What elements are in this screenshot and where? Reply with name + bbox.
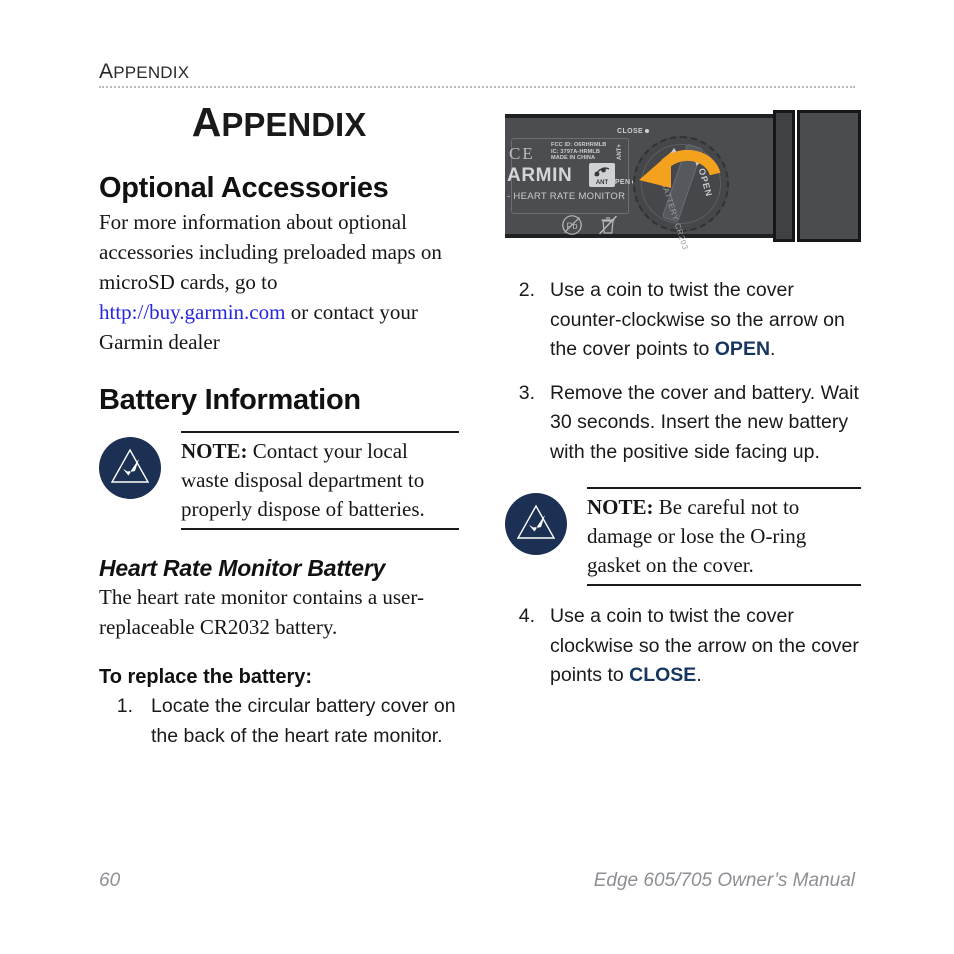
procedure-heading-replace-battery: To replace the battery:	[99, 666, 313, 688]
weee-bin-icon	[597, 214, 619, 241]
hrm-body: CE FCC ID: O6RHRMLB IC: 3797A-HRMLB MADE…	[505, 114, 775, 250]
step-keyword-close: CLOSE	[629, 664, 697, 686]
step-text: Use a coin to twist the cover clockwise …	[550, 605, 859, 686]
manual-title: Edge 605/705 Owner’s Manual	[593, 870, 855, 891]
running-header-title: APPENDIX	[99, 60, 190, 83]
note-body: NOTE: Contact your local waste disposal …	[181, 431, 459, 530]
chapter-title: APPENDIX	[99, 102, 459, 145]
step-text-after: .	[696, 664, 702, 686]
dial-open-text: OPEN	[609, 179, 631, 186]
note-paragraph: NOTE: Contact your local waste disposal …	[181, 437, 459, 524]
note-lead-label: NOTE:	[181, 439, 248, 463]
chapter-title-initial: A	[191, 99, 222, 145]
note-icon	[99, 437, 161, 499]
section-heading-optional-accessories: Optional Accessories	[99, 172, 389, 204]
procedure-steps-right: 2. Use a coin to twist the cover counter-…	[505, 276, 861, 467]
step-text: Locate the circular battery cover on the…	[151, 695, 456, 747]
dial-close-text: CLOSE	[617, 128, 644, 135]
running-header: APPENDIX	[99, 60, 855, 88]
chapter-title-rest: PPENDIX	[221, 106, 367, 143]
step-number: 3.	[518, 381, 535, 404]
paragraph-text-before-link: For more information about optional acce…	[99, 210, 442, 294]
procedure-steps-left: 1. Locate the circular battery cover on t…	[99, 692, 459, 751]
optional-accessories-paragraph: For more information about optional acce…	[99, 207, 459, 357]
running-header-initial: A	[99, 60, 114, 83]
procedure-steps-right-after-note: 4. Use a coin to twist the cover clockwis…	[505, 602, 861, 691]
note-box-oring-gasket: NOTE: Be careful not to damage or lose t…	[505, 487, 861, 586]
list-item: 2. Use a coin to twist the cover counter-…	[505, 276, 861, 365]
ant-plus-text: ANT+	[617, 144, 623, 160]
step-text-after: .	[770, 338, 776, 360]
rotation-arrow-icon	[639, 149, 721, 188]
step-number: 2.	[518, 279, 535, 301]
right-column: CE FCC ID: O6RHRMLB IC: 3797A-HRMLB MADE…	[505, 96, 861, 691]
note-lead-label: NOTE:	[587, 495, 654, 519]
note-box-battery-disposal: NOTE: Contact your local waste disposal …	[99, 431, 459, 530]
subsection-heading-hrm-battery: Heart Rate Monitor Battery	[99, 555, 386, 581]
page-footer: 60 Edge 605/705 Owner’s Manual	[99, 870, 855, 892]
step-keyword-open: OPEN	[714, 338, 771, 360]
figure-heart-rate-monitor: CE FCC ID: O6RHRMLB IC: 3797A-HRMLB MADE…	[505, 102, 861, 250]
ce-mark-icon: CE	[509, 144, 535, 163]
step-text: Remove the cover and battery. Wait 30 se…	[550, 381, 859, 463]
dial-close-dot-icon	[645, 129, 650, 134]
step-text: Use a coin to twist the cover counter-cl…	[550, 279, 845, 360]
garmin-store-link[interactable]: http://buy.garmin.com	[99, 300, 285, 324]
garmin-brand-text: ARMIN	[507, 165, 573, 186]
lead-free-icon: Pb	[561, 214, 583, 241]
running-header-rest: PPENDIX	[113, 63, 190, 82]
hrm-illustration: CE FCC ID: O6RHRMLB IC: 3797A-HRMLB MADE…	[505, 110, 861, 250]
page-number: 60	[99, 870, 121, 891]
list-item: 1. Locate the circular battery cover on t…	[99, 692, 459, 751]
note-icon	[505, 493, 567, 555]
list-item: 4. Use a coin to twist the cover clockwis…	[505, 602, 861, 691]
hrm-device-label: - HEART RATE MONITOR	[507, 191, 626, 202]
step-number: 4.	[518, 605, 535, 627]
note-paragraph: NOTE: Be careful not to damage or lose t…	[587, 493, 861, 580]
left-column: APPENDIX Optional Accessories For more i…	[99, 96, 459, 751]
step-number: 1.	[116, 695, 133, 717]
header-divider	[99, 86, 855, 88]
hrm-strap-segment-left	[773, 110, 795, 242]
hrm-strap-segment-right	[797, 110, 861, 242]
list-item: 3. Remove the cover and battery. Wait 30 …	[505, 379, 861, 468]
manual-page: APPENDIX APPENDIX Optional Accessories F…	[0, 0, 954, 954]
dial-close-label: CLOSE	[617, 128, 650, 135]
hrm-battery-paragraph: The heart rate monitor contains a user-r…	[99, 585, 424, 639]
section-heading-battery-information: Battery Information	[99, 384, 361, 416]
note-body: NOTE: Be careful not to damage or lose t…	[587, 487, 861, 586]
fcc-id-text: FCC ID: O6RHRMLB IC: 3797A-HRMLB MADE IN…	[551, 142, 607, 162]
